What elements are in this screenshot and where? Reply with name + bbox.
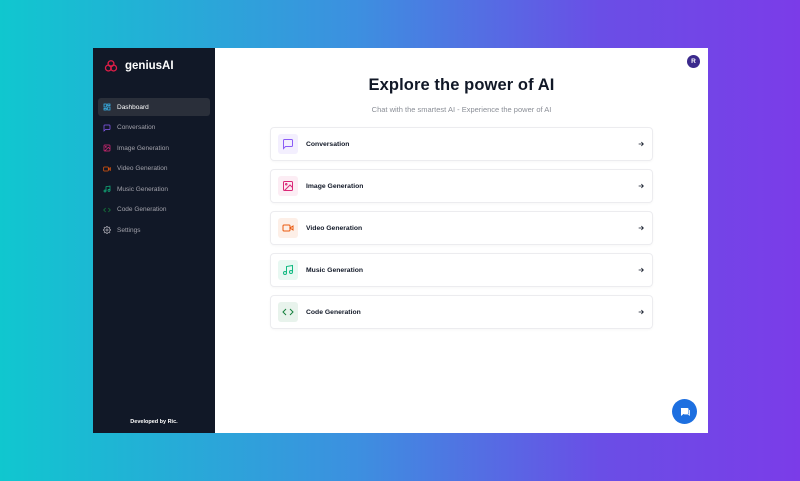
code-icon (282, 308, 294, 316)
tool-label: Conversation (306, 140, 350, 148)
music-icon (283, 264, 293, 275)
page-subtitle: Chat with the smartest AI - Experience t… (371, 105, 552, 114)
tool-icon-box (278, 218, 298, 238)
brand-name: geniusAI (125, 60, 174, 72)
layout-dashboard-icon (103, 103, 111, 111)
chat-bubble-icon (680, 407, 690, 416)
sidebar-item-settings[interactable]: Settings (98, 221, 210, 239)
logo-icon (104, 60, 118, 72)
sidebar-item-label: Music Generation (117, 185, 168, 193)
app-window: geniusAI Dashboard Conversation Image Ge… (93, 48, 708, 433)
main-content: R Explore the power of AI Chat with the … (215, 48, 708, 433)
tool-card-conversation[interactable]: Conversation (270, 127, 653, 161)
sidebar-item-image-generation[interactable]: Image Generation (98, 139, 210, 157)
tool-card-video-generation[interactable]: Video Generation (270, 211, 653, 245)
sidebar-item-label: Image Generation (117, 144, 170, 152)
sidebar: geniusAI Dashboard Conversation Image Ge… (93, 48, 215, 433)
arrow-right-icon (638, 309, 644, 315)
arrow-right-icon (638, 183, 644, 189)
tool-card-image-generation[interactable]: Image Generation (270, 169, 653, 203)
sidebar-item-conversation[interactable]: Conversation (98, 119, 210, 137)
tool-icon-box (278, 134, 298, 154)
tool-card-code-generation[interactable]: Code Generation (270, 295, 653, 329)
tool-label: Video Generation (306, 224, 363, 232)
tool-label: Code Generation (306, 308, 361, 316)
settings-icon (103, 226, 111, 234)
tool-label: Music Generation (306, 266, 364, 274)
arrow-right-icon (638, 141, 644, 147)
image-icon (103, 144, 111, 152)
message-square-icon (103, 124, 111, 132)
tool-icon-box (278, 302, 298, 322)
arrow-right-icon (638, 225, 644, 231)
sidebar-item-code-generation[interactable]: Code Generation (98, 201, 210, 219)
video-icon (282, 224, 294, 232)
tool-card-music-generation[interactable]: Music Generation (270, 253, 653, 287)
sidebar-item-label: Code Generation (117, 206, 167, 213)
sidebar-item-dashboard[interactable]: Dashboard (98, 98, 210, 116)
sidebar-item-label: Video Generation (117, 165, 168, 172)
arrow-right-icon (638, 267, 644, 273)
tool-icon-box (278, 260, 298, 280)
tool-icon-box (278, 176, 298, 196)
tool-label: Image Generation (306, 182, 364, 190)
brand[interactable]: geniusAI (98, 58, 210, 74)
tool-list: Conversation Image Generation Video Gene… (270, 127, 653, 329)
page-title: Explore the power of AI (368, 76, 555, 94)
music-icon (103, 185, 111, 193)
chat-widget-button[interactable] (672, 399, 697, 424)
sidebar-item-label: Dashboard (117, 103, 149, 111)
image-icon (283, 181, 293, 191)
sidebar-item-music-generation[interactable]: Music Generation (98, 180, 210, 198)
code-icon (103, 207, 111, 212)
message-square-icon (283, 139, 293, 150)
sidebar-item-label: Settings (117, 226, 141, 234)
sidebar-item-video-generation[interactable]: Video Generation (98, 160, 210, 178)
avatar[interactable]: R (687, 55, 700, 68)
video-icon (103, 166, 111, 171)
sidebar-item-label: Conversation (117, 124, 156, 131)
developer-credit: Developed by Ric. (130, 419, 178, 425)
